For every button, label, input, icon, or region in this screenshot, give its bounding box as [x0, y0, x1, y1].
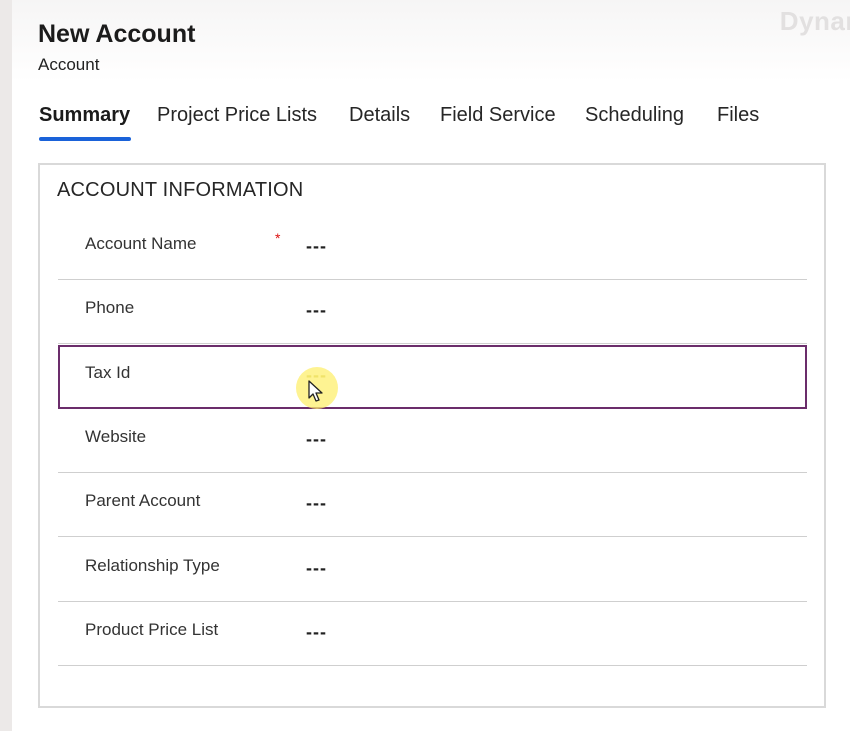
tab-project-price-lists[interactable]: Project Price Lists [157, 104, 317, 127]
field-value[interactable]: --- [306, 429, 327, 450]
field-value[interactable]: --- [306, 300, 327, 321]
row-divider [58, 343, 807, 344]
field-value[interactable]: --- [306, 365, 327, 386]
section-title: ACCOUNT INFORMATION [57, 179, 304, 201]
tab-summary[interactable]: Summary [39, 104, 130, 127]
active-tab-indicator [39, 137, 131, 141]
entity-type-label: Account [38, 55, 100, 74]
field-value[interactable]: --- [306, 493, 327, 514]
field-row-website[interactable]: Website --- [58, 409, 807, 473]
row-divider [58, 665, 807, 666]
page-title: New Account [38, 20, 196, 48]
field-label: Account Name [85, 234, 197, 253]
field-row-parent-account[interactable]: Parent Account --- [58, 473, 807, 537]
tab-details[interactable]: Details [349, 104, 410, 127]
field-label: Website [85, 427, 147, 446]
field-value[interactable]: --- [306, 558, 327, 579]
brand-watermark: Dynar [779, 6, 850, 36]
field-label: Relationship Type [85, 556, 220, 575]
field-label: Phone [85, 298, 135, 317]
row-divider [58, 536, 807, 537]
field-row-product-price-list[interactable]: Product Price List --- [58, 602, 807, 666]
field-row-account-name[interactable]: Account Name * --- [58, 216, 807, 280]
field-value[interactable]: --- [306, 622, 327, 643]
field-label: Tax Id [85, 363, 131, 382]
required-indicator: * [275, 230, 281, 246]
tab-bar: Summary Project Price Lists Details Fiel… [0, 104, 850, 148]
tab-field-service[interactable]: Field Service [440, 104, 556, 127]
field-value[interactable]: --- [306, 236, 327, 257]
tab-scheduling[interactable]: Scheduling [585, 104, 684, 127]
tab-files[interactable]: Files [717, 104, 759, 127]
field-row-relationship-type[interactable]: Relationship Type --- [58, 538, 807, 602]
field-row-phone[interactable]: Phone --- [58, 280, 807, 344]
field-label: Product Price List [85, 620, 219, 639]
field-row-tax-id[interactable]: Tax Id --- [58, 345, 807, 409]
field-label: Parent Account [85, 491, 201, 510]
